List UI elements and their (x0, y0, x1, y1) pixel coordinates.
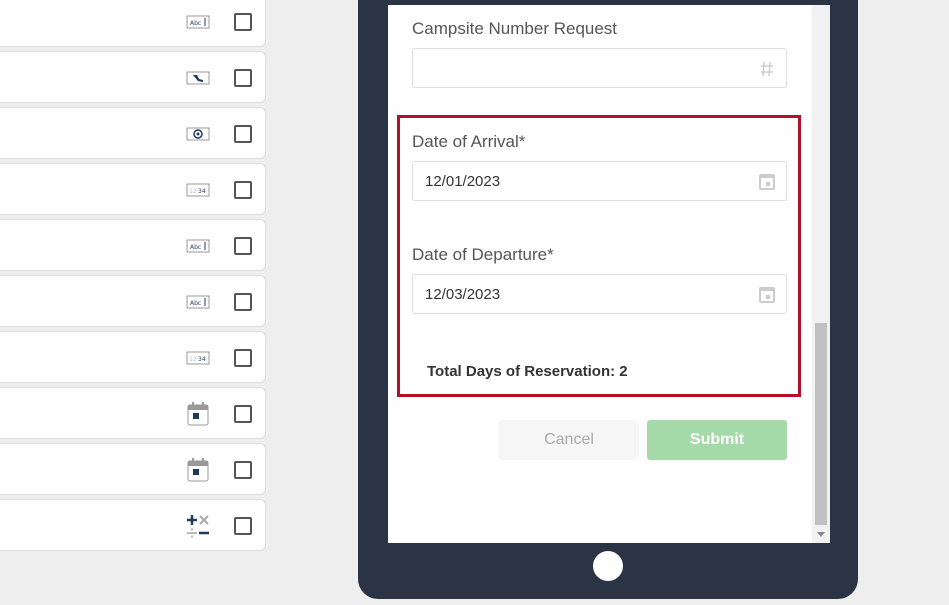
field-row[interactable] (0, 499, 266, 551)
campsite-number-input[interactable] (412, 48, 787, 88)
field-row[interactable]: Abc (0, 219, 266, 271)
date-of-departure-value: 12/03/2023 (425, 286, 501, 303)
field-row[interactable]: 12 34 (0, 331, 266, 383)
svg-text:12: 12 (189, 188, 197, 195)
field-row[interactable]: 12 34 (0, 163, 266, 215)
number-field-icon: 12 34 (185, 345, 211, 371)
email-field-icon (185, 121, 211, 147)
campsite-number-label: Campsite Number Request (412, 19, 618, 38)
date-of-departure-label: Date of Departure* (412, 245, 554, 264)
home-button (593, 551, 623, 581)
field-row[interactable]: Abc (0, 0, 266, 47)
phone-field-icon (185, 65, 211, 91)
calendar-icon[interactable] (758, 286, 776, 304)
tablet-preview-frame: Campsite Number Request Date of Arrival*… (358, 0, 858, 599)
field-row[interactable]: Abc (0, 275, 266, 327)
field-checkbox[interactable] (234, 349, 252, 367)
svg-text:Abc: Abc (190, 20, 201, 27)
svg-text:Abc: Abc (190, 300, 201, 307)
number-field-icon: 12 34 (185, 177, 211, 203)
submit-button[interactable]: Submit (647, 420, 787, 460)
field-checkbox[interactable] (234, 181, 252, 199)
svg-text:34: 34 (198, 356, 206, 363)
svg-text:Abc: Abc (190, 244, 201, 251)
field-row[interactable] (0, 387, 266, 439)
calendar-icon (185, 457, 211, 483)
date-of-arrival-label: Date of Arrival* (412, 132, 526, 151)
field-checkbox[interactable] (234, 461, 252, 479)
svg-text:12: 12 (189, 356, 197, 363)
field-checkbox[interactable] (234, 293, 252, 311)
scrollbar-thumb[interactable] (815, 323, 827, 525)
cancel-button[interactable]: Cancel (499, 420, 639, 460)
field-checkbox[interactable] (234, 517, 252, 535)
hash-icon (758, 60, 776, 78)
field-row[interactable] (0, 107, 266, 159)
text-field-icon: Abc (185, 289, 211, 315)
field-checkbox[interactable] (234, 125, 252, 143)
field-checkbox[interactable] (234, 237, 252, 255)
date-of-arrival-input[interactable]: 12/01/2023 (412, 161, 787, 201)
calculation-icon (185, 513, 211, 539)
date-of-departure-input[interactable]: 12/03/2023 (412, 274, 787, 314)
total-days-text: Total Days of Reservation: 2 (427, 363, 628, 380)
field-row[interactable] (0, 443, 266, 495)
calendar-icon (185, 401, 211, 427)
calendar-icon[interactable] (758, 173, 776, 191)
field-checkbox[interactable] (234, 13, 252, 31)
text-field-icon: Abc (185, 9, 211, 35)
text-field-icon: Abc (185, 233, 211, 259)
svg-text:34: 34 (198, 188, 206, 195)
date-of-arrival-value: 12/01/2023 (425, 173, 501, 190)
field-row[interactable] (0, 51, 266, 103)
form-preview-screen: Campsite Number Request Date of Arrival*… (388, 5, 830, 543)
field-checkbox[interactable] (234, 69, 252, 87)
field-checkbox[interactable] (234, 405, 252, 423)
scroll-down-arrow-icon[interactable] (817, 532, 825, 537)
